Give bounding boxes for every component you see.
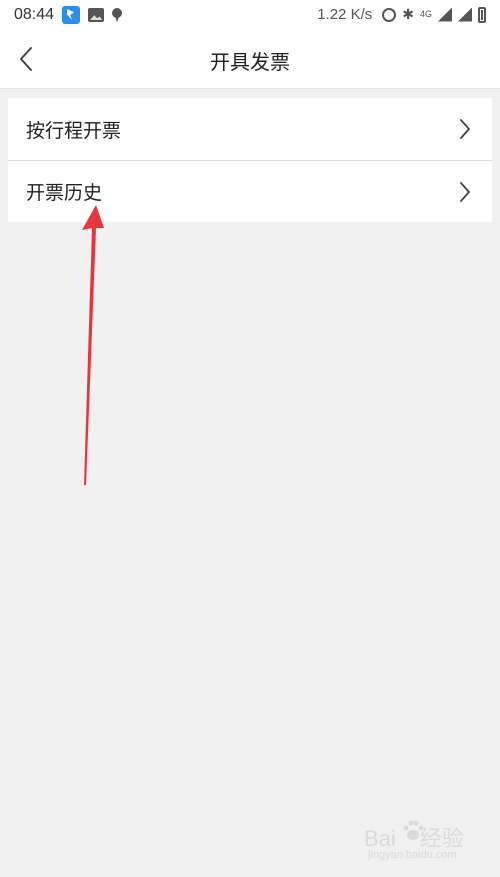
alarm-icon	[382, 7, 397, 22]
menu-item-invoice-by-trip[interactable]: 按行程开票	[8, 98, 492, 160]
arrow-shape	[82, 205, 104, 485]
app-screen: 08:44 1.22 K/s ✱ 4G 开具发票 按行程开票 开票历史 Bai …	[0, 0, 500, 877]
status-bar-left: 08:44	[14, 6, 123, 24]
page-title: 开具发票	[210, 50, 290, 74]
network-speed: 1.22 K/s	[317, 6, 373, 23]
menu-item-label: 开票历史	[26, 182, 103, 204]
gallery-icon	[88, 8, 105, 22]
status-bar-right: 1.22 K/s ✱ 4G	[317, 6, 486, 23]
watermark: Bai 经验 jingyan.baidu.com	[364, 815, 484, 867]
invoice-menu-list: 按行程开票 开票历史	[8, 98, 492, 222]
watermark-brand-right: 经验	[419, 826, 464, 851]
menu-item-invoice-history[interactable]: 开票历史	[8, 160, 492, 222]
location-pin-icon	[112, 8, 123, 22]
menu-item-label: 按行程开票	[26, 119, 122, 142]
status-bar: 08:44 1.22 K/s ✱ 4G	[0, 0, 500, 30]
header: 开具发票	[0, 30, 500, 89]
signal-icon	[458, 7, 472, 22]
watermark-brand-left: Bai	[364, 826, 396, 851]
watermark-url: jingyan.baidu.com	[368, 849, 457, 861]
battery-icon	[478, 6, 486, 23]
chevron-right-icon	[460, 119, 470, 139]
feishu-app-icon	[62, 6, 81, 24]
mobile-data-icon: 4G	[420, 10, 432, 19]
chevron-right-icon	[460, 181, 470, 202]
signal-icon	[438, 7, 452, 22]
status-time: 08:44	[14, 6, 55, 23]
bluetooth-icon: ✱	[402, 6, 414, 22]
data-badge: 4G	[419, 9, 432, 19]
paw-icon	[403, 820, 424, 840]
